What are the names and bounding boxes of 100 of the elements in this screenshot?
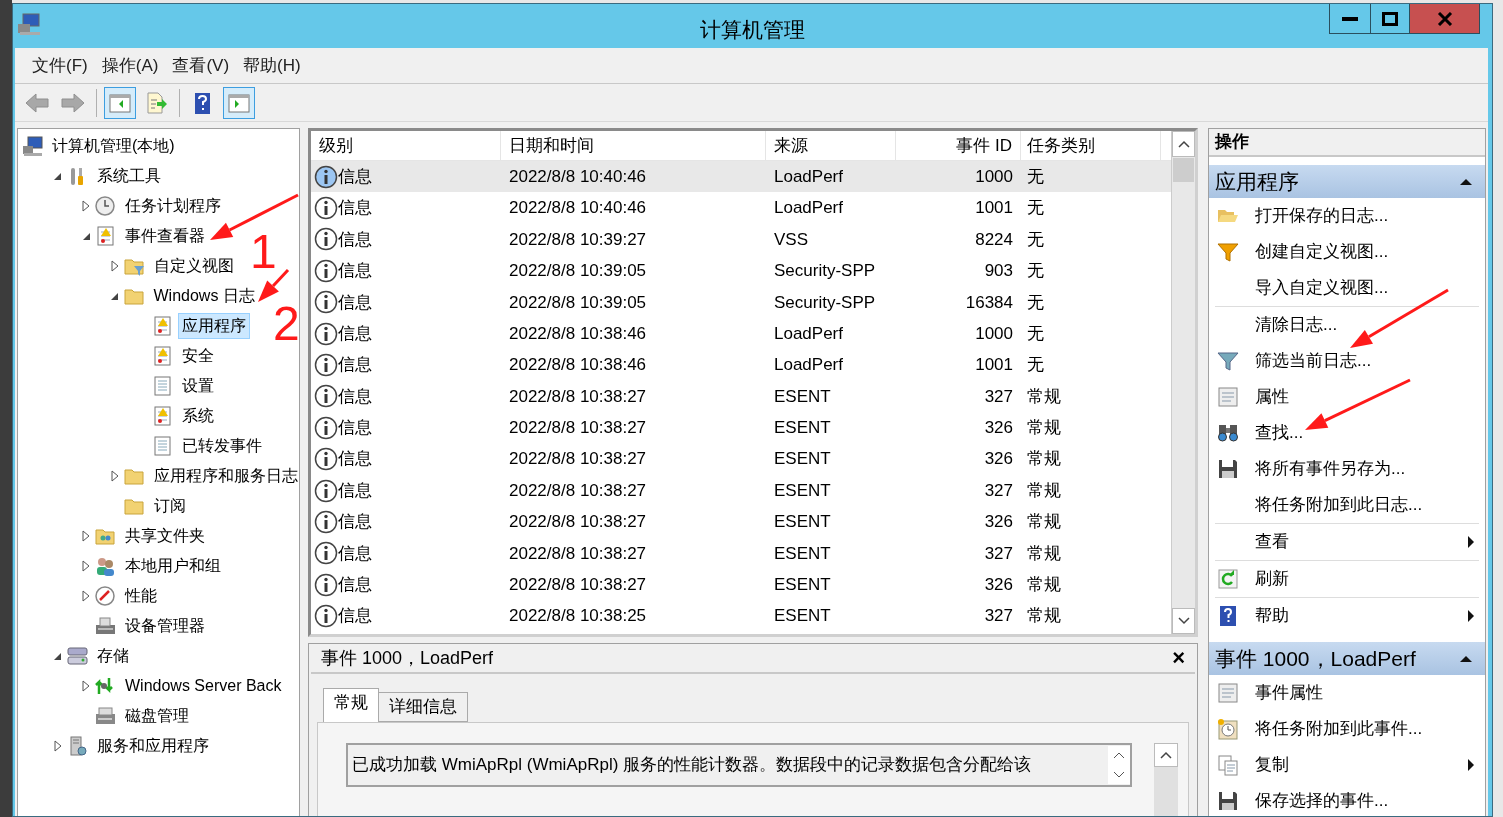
minimize-button[interactable] <box>1329 4 1371 34</box>
column-header[interactable]: 级别 <box>311 131 501 160</box>
menu-item[interactable]: 帮助(H) <box>238 52 306 79</box>
clock-icon <box>95 196 116 216</box>
tree-item[interactable]: 存储 <box>92 643 133 669</box>
table-cell-text: LoadPerf <box>773 165 844 188</box>
event-row[interactable]: 信息 2022/8/8 10:38:46 LoadPerf 1000 无 <box>311 317 1171 350</box>
action-item[interactable]: 复制 <box>1209 747 1485 783</box>
table-cell-text: 无 <box>1026 260 1045 283</box>
action-item[interactable]: 查找... <box>1209 415 1485 451</box>
close-details-button[interactable]: × <box>1172 647 1185 669</box>
column-header[interactable]: 来源 <box>766 131 896 160</box>
action-item[interactable]: 将所有事件另存为... <box>1209 451 1485 487</box>
expand-arrow-icon[interactable] <box>82 560 90 572</box>
table-cell-text: 1001 <box>974 354 1014 377</box>
event-row[interactable]: 信息 2022/8/8 10:40:46 LoadPerf 1001 无 <box>311 192 1171 224</box>
action-item[interactable]: 导入自定义视图... <box>1209 270 1485 306</box>
tree-item[interactable]: 设备管理器 <box>121 613 209 639</box>
tree-item[interactable]: 设置 <box>178 373 218 399</box>
tree-item[interactable]: 磁盘管理 <box>121 703 193 729</box>
collapse-arrow-icon[interactable] <box>81 231 91 241</box>
event-row[interactable]: 信息 2022/8/8 10:38:27 ESENT 327 常规 <box>311 380 1171 413</box>
tree-item[interactable]: 任务计划程序 <box>121 193 225 219</box>
event-log-icon <box>152 316 173 336</box>
expand-arrow-icon[interactable] <box>110 260 119 272</box>
action-item[interactable]: 打开保存的日志... <box>1209 198 1485 234</box>
table-cell-text: 信息 <box>338 260 372 283</box>
collapse-arrow-icon[interactable] <box>53 171 62 181</box>
refresh-icon <box>1217 568 1239 590</box>
tree-item[interactable]: Windows Server Back <box>121 673 286 699</box>
expand-arrow-icon[interactable] <box>82 680 90 692</box>
close-button[interactable] <box>1410 4 1480 34</box>
tree-item[interactable]: 本地用户和组 <box>121 553 225 579</box>
action-item[interactable]: 筛选当前日志... <box>1209 343 1485 379</box>
menu-item[interactable]: 操作(A) <box>96 52 164 79</box>
tree-item[interactable]: 服务和应用程序 <box>92 733 213 759</box>
action-item[interactable]: 属性 <box>1209 379 1485 415</box>
event-row[interactable]: 信息 2022/8/8 10:38:27 ESENT 326 常规 <box>311 506 1171 538</box>
event-row[interactable]: 信息 2022/8/8 10:39:05 Security-SPP 903 无 <box>311 255 1171 287</box>
collapse-arrow-icon[interactable] <box>53 651 62 661</box>
event-row[interactable]: 信息 2022/8/8 10:38:46 LoadPerf 1001 无 <box>311 349 1171 381</box>
tree-item[interactable]: 性能 <box>121 583 161 609</box>
menu-item[interactable]: 查看(V) <box>167 52 235 79</box>
tree-item[interactable]: Windows 日志 <box>149 283 259 309</box>
expand-arrow-icon[interactable] <box>82 590 90 602</box>
message-text-field[interactable]: 已成功加载 WmiApRpl (WmiApRpl) 服务的性能计数器。数据段中的记录数据包含分配给该 <box>346 743 1132 787</box>
tree-item[interactable]: 安全 <box>178 343 218 369</box>
section-header[interactable]: 事件 1000，LoadPerf <box>1209 642 1485 675</box>
scroll-thumb[interactable] <box>1173 158 1194 182</box>
event-row[interactable]: 信息 2022/8/8 10:38:27 ESENT 326 常规 <box>311 412 1171 444</box>
action-item[interactable]: 查看 <box>1209 524 1485 560</box>
expand-arrow-icon[interactable] <box>53 740 62 752</box>
tab[interactable]: 详细信息 <box>378 692 468 722</box>
tree-item[interactable]: 系统工具 <box>92 163 165 189</box>
table-cell-text: 2022/8/8 10:38:27 <box>508 574 648 596</box>
tab[interactable]: 常规 <box>323 688 379 722</box>
action-label: 查找... <box>1254 422 1305 445</box>
collapse-arrow-icon[interactable] <box>110 291 119 301</box>
event-row[interactable]: 信息 2022/8/8 10:39:05 Security-SPP 16384 无 <box>311 286 1171 318</box>
action-item[interactable]: 刷新 <box>1209 561 1485 597</box>
event-row[interactable]: 信息 2022/8/8 10:38:27 ESENT 326 常规 <box>311 443 1171 475</box>
tree-item[interactable]: 应用程序和服务日志 <box>149 463 299 489</box>
column-header[interactable]: 事件 ID <box>896 131 1021 160</box>
action-item[interactable]: 清除日志... <box>1209 307 1485 343</box>
tree-item[interactable]: 应用程序 <box>178 313 250 339</box>
action-item[interactable]: 将任务附加到此事件... <box>1209 711 1485 747</box>
action-label: 复制 <box>1254 754 1290 777</box>
table-cell-text: 无 <box>1026 165 1045 188</box>
event-row[interactable]: 信息 2022/8/8 10:38:27 ESENT 326 常规 <box>311 569 1171 601</box>
section-header[interactable]: 应用程序 <box>1209 165 1485 198</box>
expand-arrow-icon[interactable] <box>82 200 90 212</box>
expand-arrow-icon[interactable] <box>110 470 119 482</box>
tree-item[interactable]: 订阅 <box>149 493 190 519</box>
event-row[interactable]: 信息 2022/8/8 10:38:25 ESENT 327 常规 <box>311 600 1171 632</box>
event-row[interactable]: 信息 2022/8/8 10:38:27 ESENT 327 常规 <box>311 474 1171 507</box>
tree-item[interactable]: 已转发事件 <box>178 433 266 459</box>
show-tree-pane-button[interactable] <box>104 86 136 119</box>
action-item[interactable]: 创建自定义视图... <box>1209 234 1485 270</box>
expand-arrow-icon[interactable] <box>82 530 90 542</box>
tree-item[interactable]: 计算机管理(本地) <box>48 133 179 159</box>
vertical-scrollbar[interactable] <box>1154 743 1178 816</box>
tree-item[interactable]: 事件查看器 <box>121 223 209 249</box>
collapse-caret-icon[interactable] <box>1459 654 1473 663</box>
action-item[interactable]: 帮助 <box>1209 598 1485 634</box>
menu-item[interactable]: 文件(F) <box>27 52 93 79</box>
collapse-caret-icon[interactable] <box>1459 177 1473 186</box>
tree-item[interactable]: 共享文件夹 <box>121 523 209 549</box>
column-header[interactable]: 日期和时间 <box>501 131 766 160</box>
table-cell-text: 无 <box>1026 228 1045 251</box>
vertical-scrollbar[interactable] <box>1171 131 1195 634</box>
column-header[interactable]: 任务类别 <box>1021 131 1161 160</box>
tree-item[interactable]: 系统 <box>178 403 218 429</box>
action-item[interactable]: 保存选择的事件... <box>1209 783 1485 816</box>
table-cell-text: 信息 <box>338 574 372 596</box>
event-row[interactable]: 信息 2022/8/8 10:40:46 LoadPerf 1000 无 <box>311 161 1171 193</box>
action-item[interactable]: 事件属性 <box>1209 675 1485 711</box>
event-row[interactable]: 信息 2022/8/8 10:39:27 VSS 8224 无 <box>311 223 1171 256</box>
event-row[interactable]: 信息 2022/8/8 10:38:27 ESENT 327 常规 <box>311 537 1171 570</box>
action-item[interactable]: 将任务附加到此日志... <box>1209 487 1485 523</box>
tree-item[interactable]: 自定义视图 <box>149 253 238 279</box>
